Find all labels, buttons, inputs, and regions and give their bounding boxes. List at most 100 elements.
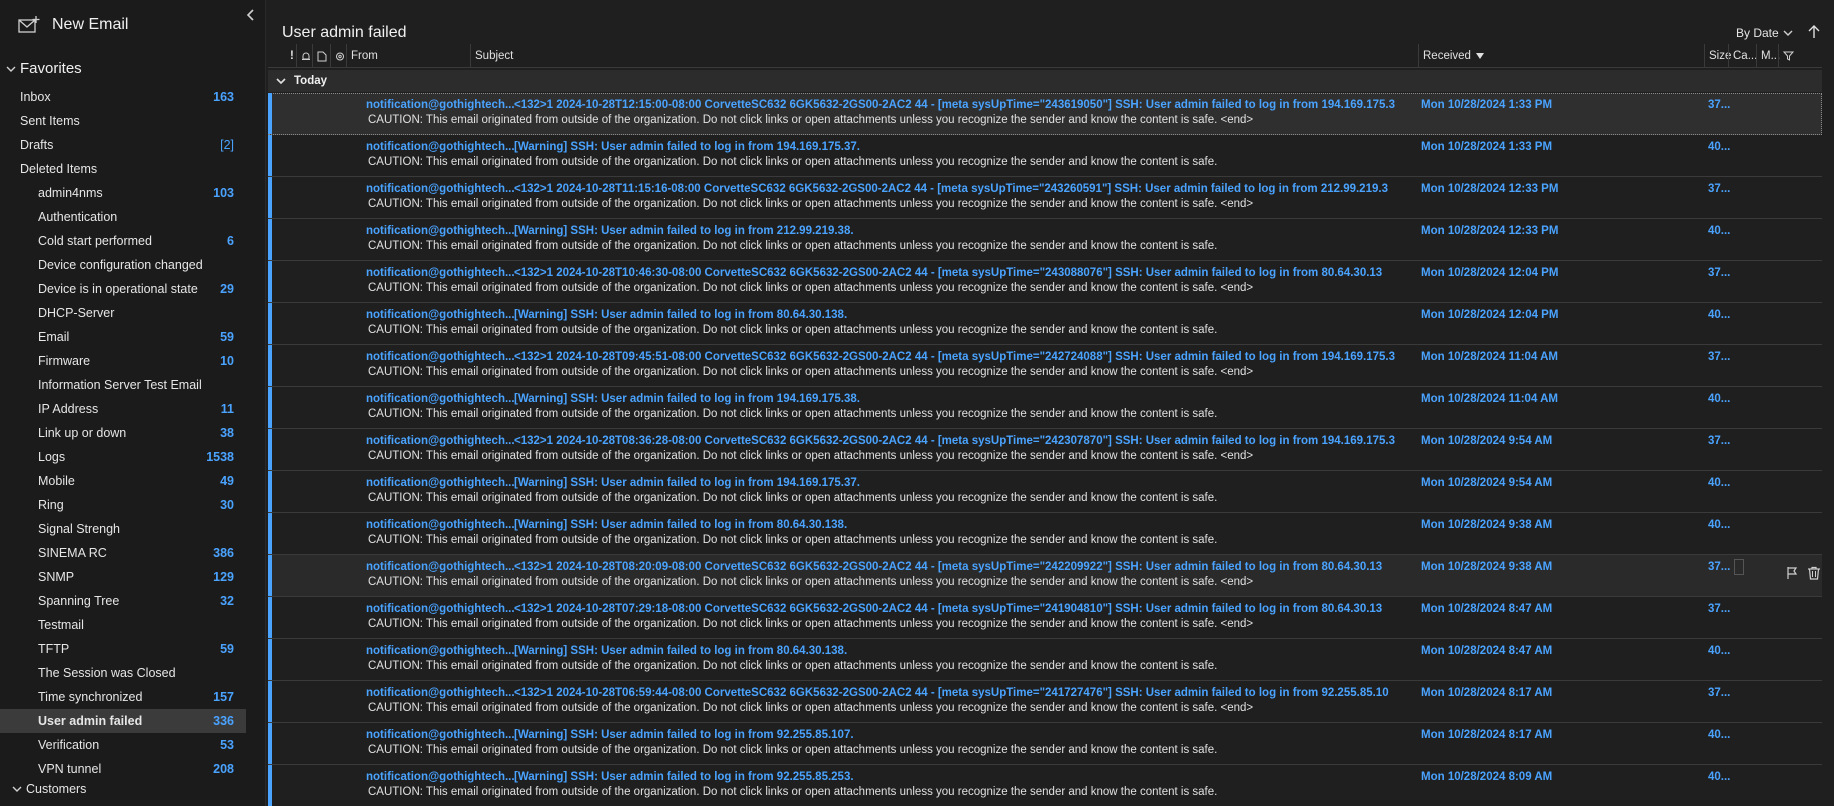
folder-item[interactable]: Signal Strengh bbox=[0, 517, 246, 541]
message-row[interactable]: notification@gothightech... [Warning] SSH… bbox=[268, 219, 1822, 261]
message-row[interactable]: notification@gothightech... <132>1 2024-1… bbox=[268, 261, 1822, 303]
customers-folder-header[interactable]: Customers bbox=[12, 782, 86, 796]
folder-item[interactable]: Cold start performed 6 bbox=[0, 229, 246, 253]
message-row[interactable]: notification@gothightech... [Warning] SSH… bbox=[268, 513, 1822, 555]
folder-item[interactable]: DHCP-Server bbox=[0, 301, 246, 325]
message-received: Mon 10/28/2024 8:47 AM bbox=[1421, 603, 1553, 615]
folder-label: The Session was Closed bbox=[38, 666, 176, 680]
message-row[interactable]: notification@gothightech... [Warning] SSH… bbox=[268, 303, 1822, 345]
category-box[interactable] bbox=[1734, 559, 1744, 575]
folder-label: DHCP-Server bbox=[38, 306, 115, 320]
message-row[interactable]: notification@gothightech... <132>1 2024-1… bbox=[268, 681, 1822, 723]
message-row[interactable]: notification@gothightech... <132>1 2024-1… bbox=[268, 93, 1822, 135]
folder-item[interactable]: VPN tunnel 208 bbox=[0, 757, 246, 781]
folder-item[interactable]: SINEMA RC 386 bbox=[0, 541, 246, 565]
message-row[interactable]: notification@gothightech... <132>1 2024-1… bbox=[268, 345, 1822, 387]
folder-item[interactable]: Device configuration changed bbox=[0, 253, 246, 277]
message-subject: [Warning] SSH: User admin failed to log … bbox=[514, 729, 854, 741]
folder-item[interactable]: Authentication bbox=[0, 205, 246, 229]
favorite-label: Sent Items bbox=[20, 114, 80, 128]
message-received: Mon 10/28/2024 9:38 AM bbox=[1421, 519, 1553, 531]
sort-direction-button[interactable] bbox=[1808, 25, 1820, 42]
message-row[interactable]: notification@gothightech... [Warning] SSH… bbox=[268, 765, 1822, 806]
unread-indicator bbox=[268, 219, 272, 260]
importance-column[interactable]: ! bbox=[286, 44, 296, 68]
folder-item[interactable]: Link up or down 38 bbox=[0, 421, 246, 445]
mention-column-header[interactable]: M... bbox=[1756, 44, 1780, 68]
size-column-header[interactable]: Size bbox=[1704, 44, 1731, 68]
message-preview: CAUTION: This email originated from outs… bbox=[368, 702, 1254, 714]
message-size: 37... bbox=[1708, 603, 1731, 615]
favorite-inbox[interactable]: Inbox 163 bbox=[0, 85, 242, 109]
folder-item[interactable]: Testmail bbox=[0, 613, 246, 637]
subject-column-header[interactable]: Subject bbox=[470, 44, 1418, 68]
unread-indicator bbox=[268, 471, 272, 512]
message-row[interactable]: notification@gothightech... <132>1 2024-1… bbox=[268, 429, 1822, 471]
collapse-pane-button[interactable] bbox=[246, 9, 260, 23]
delete-button[interactable] bbox=[1807, 566, 1821, 580]
message-list-pane: User admin failed By Date ! From Subject… bbox=[268, 0, 1834, 806]
unread-indicator bbox=[268, 765, 272, 806]
folder-item[interactable]: Time synchronized 157 bbox=[0, 685, 246, 709]
folder-item[interactable]: Information Server Test Email bbox=[0, 373, 246, 397]
folder-item[interactable]: Firmware 10 bbox=[0, 349, 246, 373]
folder-label: VPN tunnel bbox=[38, 762, 102, 776]
favorites-header[interactable]: Favorites bbox=[6, 60, 82, 77]
favorites-list: Inbox 163 Sent Items Drafts [2] Deleted It… bbox=[0, 85, 242, 181]
folder-item[interactable]: Logs 1538 bbox=[0, 445, 246, 469]
message-subject: [Warning] SSH: User admin failed to log … bbox=[514, 309, 848, 321]
folder-item[interactable]: Spanning Tree 32 bbox=[0, 589, 246, 613]
folder-item[interactable]: Email 59 bbox=[0, 325, 246, 349]
folder-title: User admin failed bbox=[282, 24, 407, 41]
message-size: 40... bbox=[1708, 309, 1731, 321]
folder-item[interactable]: Mobile 49 bbox=[0, 469, 246, 493]
group-header-today[interactable]: Today bbox=[268, 70, 1822, 92]
favorite-deleted-items[interactable]: Deleted Items bbox=[0, 157, 242, 181]
message-received: Mon 10/28/2024 8:09 AM bbox=[1421, 771, 1553, 783]
new-email-button[interactable]: New Email bbox=[18, 16, 128, 34]
message-row[interactable]: notification@gothightech... [Warning] SSH… bbox=[268, 723, 1822, 765]
unread-count: 1538 bbox=[206, 450, 234, 464]
message-from: notification@gothightech... bbox=[366, 393, 515, 405]
folder-label: IP Address bbox=[38, 402, 99, 416]
favorite-label: Deleted Items bbox=[20, 162, 98, 176]
folder-item[interactable]: The Session was Closed bbox=[0, 661, 246, 685]
folder-item-selected[interactable]: User admin failed 336 bbox=[0, 709, 246, 733]
message-row[interactable]: notification@gothightech... [Warning] SSH… bbox=[268, 471, 1822, 513]
message-row[interactable]: notification@gothightech... [Warning] SSH… bbox=[268, 135, 1822, 177]
favorite-sent-items[interactable]: Sent Items bbox=[0, 109, 242, 133]
message-size: 40... bbox=[1708, 771, 1731, 783]
unread-count: 59 bbox=[220, 330, 234, 344]
message-row[interactable]: notification@gothightech... [Warning] SSH… bbox=[268, 639, 1822, 681]
folder-item[interactable]: Device is in operational state 29 bbox=[0, 277, 246, 301]
message-from: notification@gothightech... bbox=[366, 267, 515, 279]
favorite-drafts[interactable]: Drafts [2] bbox=[0, 133, 242, 157]
from-column-header[interactable]: From bbox=[346, 44, 470, 68]
item-type-column[interactable] bbox=[312, 44, 330, 68]
sidebar-scrollbar[interactable] bbox=[246, 176, 260, 806]
reminder-column[interactable] bbox=[296, 44, 312, 68]
received-column-header[interactable]: Received bbox=[1418, 44, 1704, 68]
folder-item[interactable]: Ring 30 bbox=[0, 493, 246, 517]
attachment-column[interactable] bbox=[330, 44, 346, 68]
flag-column-header[interactable] bbox=[1778, 44, 1796, 68]
message-list-scrollbar[interactable] bbox=[1822, 44, 1834, 806]
message-from: notification@gothightech... bbox=[366, 519, 515, 531]
flag-button[interactable] bbox=[1785, 566, 1799, 580]
message-received: Mon 10/28/2024 12:04 PM bbox=[1421, 309, 1559, 321]
message-row[interactable]: notification@gothightech... [Warning] SSH… bbox=[268, 387, 1822, 429]
folder-item[interactable]: TFTP 59 bbox=[0, 637, 246, 661]
folder-item[interactable]: SNMP 129 bbox=[0, 565, 246, 589]
sort-by-dropdown[interactable]: By Date bbox=[1736, 26, 1793, 40]
folder-item[interactable]: IP Address 11 bbox=[0, 397, 246, 421]
folder-item[interactable]: Verification 53 bbox=[0, 733, 246, 757]
folder-label: Authentication bbox=[38, 210, 118, 224]
folder-label: Information Server Test Email bbox=[38, 378, 202, 392]
folder-item[interactable]: admin4nms 103 bbox=[0, 181, 246, 205]
message-row[interactable]: notification@gothightech... <132>1 2024-1… bbox=[268, 597, 1822, 639]
categories-column-header[interactable]: Ca... bbox=[1728, 44, 1757, 68]
message-preview: CAUTION: This email originated from outs… bbox=[368, 282, 1254, 294]
message-row[interactable]: notification@gothightech... <132>1 2024-1… bbox=[268, 555, 1822, 597]
message-preview: CAUTION: This email originated from outs… bbox=[368, 786, 1218, 798]
message-row[interactable]: notification@gothightech... <132>1 2024-1… bbox=[268, 177, 1822, 219]
